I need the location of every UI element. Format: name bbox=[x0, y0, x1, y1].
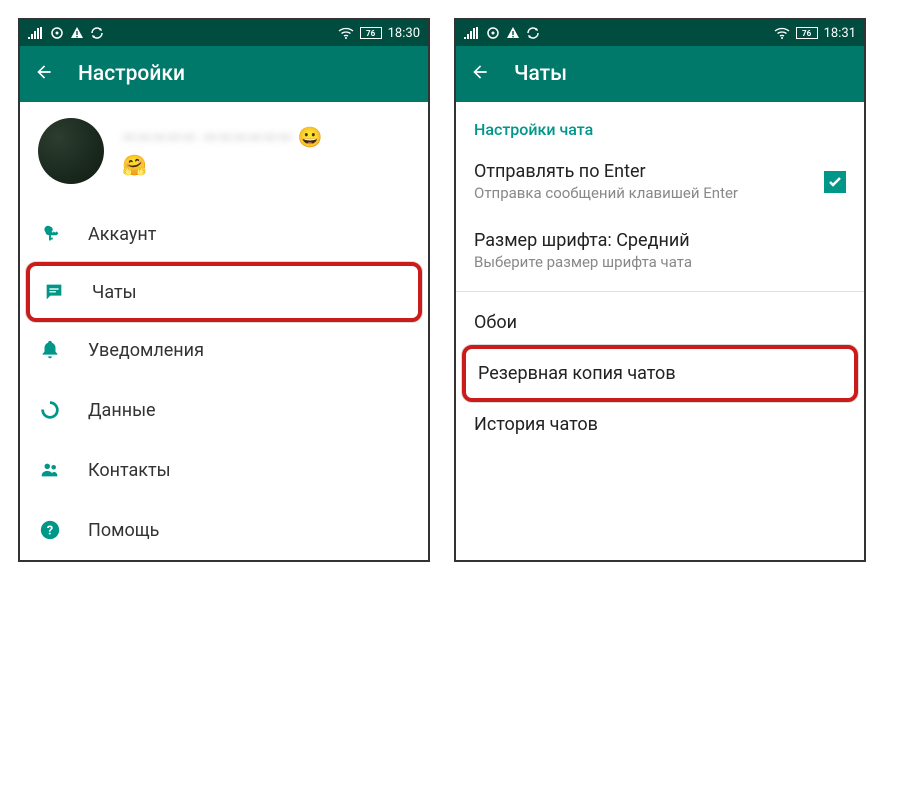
settings-menu: Аккаунт Чаты Уведомления Данные Контакты bbox=[20, 204, 428, 560]
setting-chat-backup[interactable]: Резервная копия чатов bbox=[462, 345, 858, 402]
menu-label: Чаты bbox=[92, 282, 137, 303]
bell-icon bbox=[38, 338, 62, 362]
profile-name-blurred: ————— —————— bbox=[122, 128, 293, 149]
battery-level: 76 bbox=[366, 29, 375, 38]
menu-label: Аккаунт bbox=[88, 224, 156, 245]
status-bar: 76 18:31 bbox=[456, 20, 864, 46]
setting-title: Обои bbox=[474, 312, 846, 333]
profile-name: ————— —————— 😀 🤗 bbox=[122, 125, 322, 177]
checkbox-checked-icon[interactable] bbox=[824, 171, 846, 193]
setting-title: Размер шрифта: Средний bbox=[474, 230, 846, 251]
menu-item-data[interactable]: Данные bbox=[20, 380, 428, 440]
wifi-icon bbox=[774, 27, 790, 39]
setting-subtitle: Отправка сообщений клавишей Enter bbox=[474, 184, 754, 202]
contacts-icon bbox=[38, 458, 62, 482]
setting-font-size[interactable]: Размер шрифта: Средний Выберите размер ш… bbox=[456, 216, 864, 285]
sync-icon bbox=[90, 26, 104, 40]
back-icon[interactable] bbox=[470, 62, 490, 86]
setting-subtitle: Выберите размер шрифта чата bbox=[474, 253, 754, 271]
phone-settings-main: 76 18:30 Настройки ————— —————— 😀 🤗 Акка… bbox=[18, 18, 430, 562]
menu-label: Данные bbox=[88, 400, 156, 421]
warning-icon bbox=[70, 26, 84, 40]
signal-icon bbox=[28, 27, 44, 39]
signal-icon bbox=[464, 27, 480, 39]
appbar-title: Чаты bbox=[514, 62, 567, 86]
app-bar: Чаты bbox=[456, 46, 864, 102]
back-icon[interactable] bbox=[34, 62, 54, 86]
emoji-hug-icon: 🤗 bbox=[122, 153, 322, 177]
help-icon: ? bbox=[38, 518, 62, 542]
menu-label: Помощь bbox=[88, 520, 159, 541]
battery-level: 76 bbox=[802, 29, 811, 38]
menu-item-chats[interactable]: Чаты bbox=[26, 262, 422, 322]
menu-label: Уведомления bbox=[88, 340, 204, 361]
emoji-grin-icon: 😀 bbox=[298, 125, 323, 149]
signal-alt-icon bbox=[486, 26, 500, 40]
svg-text:?: ? bbox=[47, 524, 53, 539]
avatar bbox=[38, 118, 104, 184]
battery-icon: 76 bbox=[796, 27, 818, 39]
appbar-title: Настройки bbox=[78, 62, 185, 86]
menu-item-help[interactable]: ? Помощь bbox=[20, 500, 428, 560]
key-icon bbox=[38, 222, 62, 246]
phone-chat-settings: 76 18:31 Чаты Настройки чата Отправлять … bbox=[454, 18, 866, 562]
status-time: 18:31 bbox=[824, 26, 856, 41]
menu-label: Контакты bbox=[88, 460, 171, 481]
menu-item-notifications[interactable]: Уведомления bbox=[20, 320, 428, 380]
sync-icon bbox=[526, 26, 540, 40]
setting-chat-history[interactable]: История чатов bbox=[456, 400, 864, 449]
wifi-icon bbox=[338, 27, 354, 39]
status-bar: 76 18:30 bbox=[20, 20, 428, 46]
setting-enter-to-send[interactable]: Отправлять по Enter Отправка сообщений к… bbox=[456, 147, 864, 216]
setting-wallpaper[interactable]: Обои bbox=[456, 298, 864, 347]
divider bbox=[456, 291, 864, 292]
setting-title: История чатов bbox=[474, 414, 846, 435]
chat-icon bbox=[42, 280, 66, 304]
app-bar: Настройки bbox=[20, 46, 428, 102]
menu-item-contacts[interactable]: Контакты bbox=[20, 440, 428, 500]
section-header: Настройки чата bbox=[456, 102, 864, 147]
data-usage-icon bbox=[38, 398, 62, 422]
battery-icon: 76 bbox=[360, 27, 382, 39]
status-time: 18:30 bbox=[388, 26, 420, 41]
warning-icon bbox=[506, 26, 520, 40]
menu-item-account[interactable]: Аккаунт bbox=[20, 204, 428, 264]
signal-alt-icon bbox=[50, 26, 64, 40]
setting-title: Отправлять по Enter bbox=[474, 161, 846, 182]
setting-title: Резервная копия чатов bbox=[478, 363, 842, 384]
profile-row[interactable]: ————— —————— 😀 🤗 bbox=[20, 102, 428, 204]
